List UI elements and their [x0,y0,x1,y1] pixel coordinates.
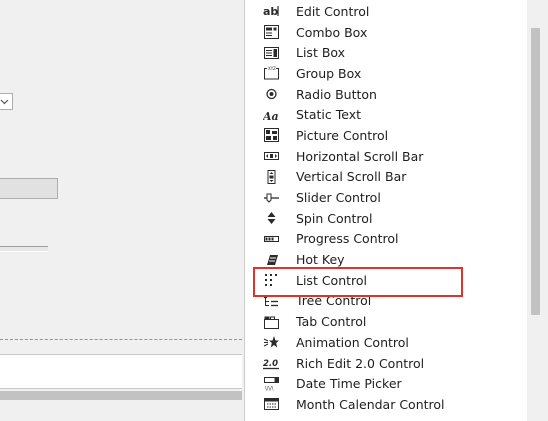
combo-box-icon [263,25,280,40]
toolbox-item-group-box[interactable]: XYZ Group Box [245,63,525,84]
combo-box-dropdown-button[interactable] [0,93,13,110]
toolbox-item-progress-control[interactable]: Progress Control [245,229,525,250]
slider-control-icon [263,191,280,205]
tree-control-icon [263,294,280,308]
static-text-icon: Aa [263,108,280,122]
toolbox-item-radio-button[interactable]: Radio Button [245,84,525,105]
toolbox-item-list-control[interactable]: List Control [245,270,525,291]
toolbox-item-label: Spin Control [296,210,373,226]
edit-control-icon: ab [263,4,280,18]
toolbox-item-edit-control[interactable]: ab Edit Control [245,1,525,22]
toolbox-item-hot-key[interactable]: Hot Key [245,249,525,270]
toolbox-item-label: Horizontal Scroll Bar [296,148,424,164]
list-box-icon [263,46,280,60]
group-box-icon: XYZ [263,66,280,80]
svg-text:ab: ab [263,5,278,18]
toolbox-item-label: Rich Edit 2.0 Control [296,355,425,371]
toolbox-item-label: Static Text [296,107,361,123]
month-calendar-icon [263,397,280,411]
toolbox-item-vertical-scroll-bar[interactable]: Vertical Scroll Bar [245,167,525,188]
hot-key-icon [263,253,280,267]
slider-track[interactable] [0,246,48,252]
toolbox-item-label: Edit Control [296,3,370,19]
vertical-scroll-bar-icon [263,169,280,184]
toolbox-item-label: Animation Control [296,334,409,350]
toolbox-item-label: Month Calendar Control [296,396,445,412]
scrollbar-thumb[interactable] [531,28,540,315]
date-time-picker-icon: \/\/\ [263,376,280,391]
toolbox-item-label: List Control [296,272,368,288]
toolbox-item-static-text[interactable]: Aa Static Text [245,104,525,125]
horizontal-scrollbar[interactable] [0,391,242,400]
toolbox-item-label: Progress Control [296,231,399,247]
chevron-down-icon [0,99,9,104]
progress-control-icon [263,232,280,246]
toolbox-item-date-time-picker[interactable]: \/\/\ Date Time Picker [245,373,525,394]
selection-guide-line [0,339,242,340]
toolbox-item-month-calendar[interactable]: Month Calendar Control [245,394,525,415]
toolbox-item-slider-control[interactable]: Slider Control [245,187,525,208]
toolbox-item-combo-box[interactable]: Combo Box [245,22,525,43]
toolbox-item-tab-control[interactable]: Tab Control [245,311,525,332]
toolbox-item-spin-control[interactable]: Spin Control [245,208,525,229]
list-control-area[interactable] [0,354,242,389]
button-control[interactable] [0,178,58,199]
toolbox-item-horizontal-scroll-bar[interactable]: Horizontal Scroll Bar [245,146,525,167]
picture-control-icon [263,128,280,143]
toolbox-item-label: Radio Button [296,86,377,102]
animation-control-icon [263,335,280,349]
toolbox-panel: ab Edit Control Combo Box List Box XYZ G… [244,0,548,421]
svg-text:Aa: Aa [263,110,279,122]
toolbox-item-label: Vertical Scroll Bar [296,169,407,185]
toolbox-item-picture-control[interactable]: Picture Control [245,125,525,146]
svg-text:\/\/\: \/\/\ [265,386,274,391]
toolbox-item-animation-control[interactable]: Animation Control [245,332,525,353]
toolbox-item-label: Tab Control [296,314,367,330]
toolbox-item-label: Date Time Picker [296,376,402,392]
svg-text:2.0: 2.0 [263,359,278,369]
toolbox-item-label: Hot Key [296,252,345,268]
radio-button-icon [263,87,280,101]
toolbox-item-label: List Box [296,45,346,61]
toolbox-list: ab Edit Control Combo Box List Box XYZ G… [245,1,525,415]
rich-edit-icon: 2.0 [263,356,280,370]
toolbox-item-label: Group Box [296,65,362,81]
tab-control-icon [263,315,280,329]
toolbox-item-label: Combo Box [296,24,368,40]
toolbox-vertical-scrollbar[interactable] [527,0,548,421]
list-control-icon [263,273,280,287]
horizontal-scroll-bar-icon [263,149,280,163]
toolbox-item-list-box[interactable]: List Box [245,42,525,63]
dialog-designer-surface[interactable] [0,0,244,421]
toolbox-item-label: Picture Control [296,127,389,143]
toolbox-item-rich-edit[interactable]: 2.0 Rich Edit 2.0 Control [245,353,525,374]
toolbox-item-tree-control[interactable]: Tree Control [245,291,525,312]
spin-control-icon [263,211,280,225]
toolbox-item-label: Tree Control [296,293,372,309]
toolbox-item-label: Slider Control [296,190,381,206]
svg-text:XYZ: XYZ [268,66,276,71]
